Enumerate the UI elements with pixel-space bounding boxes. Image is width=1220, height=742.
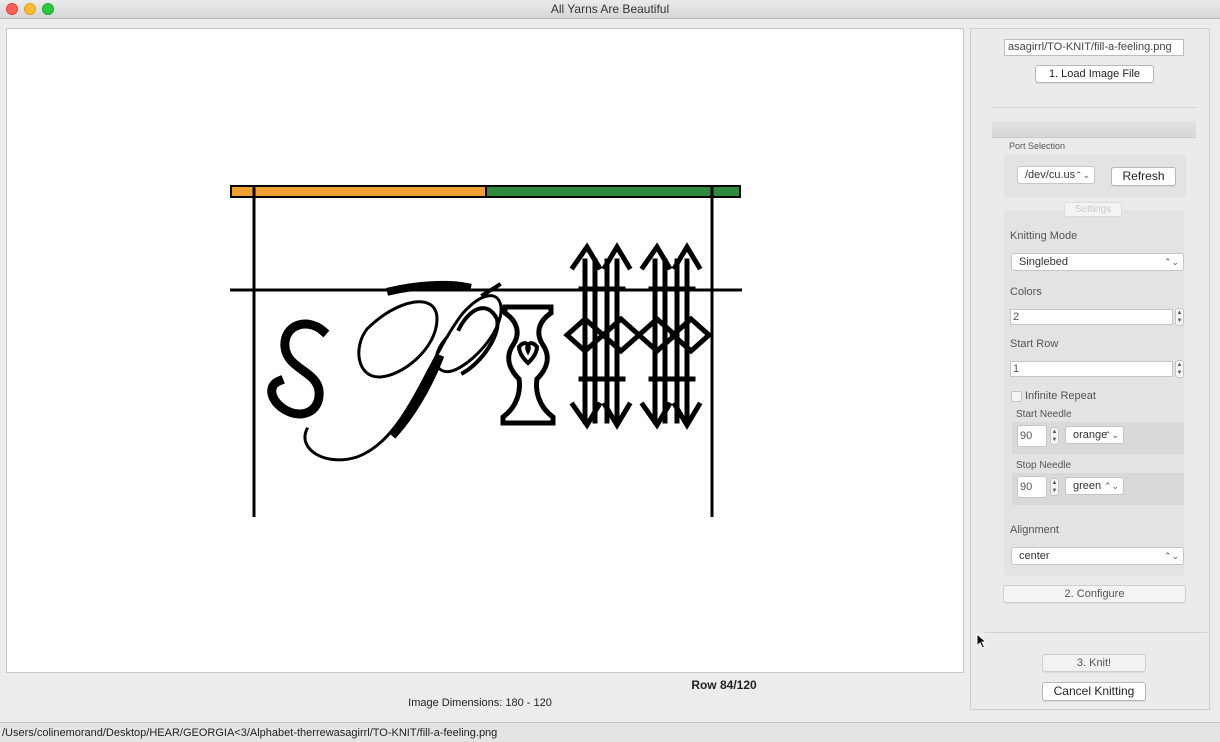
stop-needle-value: 90	[1020, 481, 1033, 493]
pattern-ornament-left	[563, 242, 643, 430]
start-row-input[interactable]: 1	[1010, 361, 1173, 377]
alignment-value: center	[1019, 550, 1050, 562]
pattern-preview-canvas	[6, 28, 964, 673]
colors-stepper[interactable]: ▲ ▼	[1175, 308, 1184, 326]
cancel-knitting-button[interactable]: Cancel Knitting	[1042, 682, 1146, 701]
section-tab-strip	[992, 121, 1196, 138]
colors-label: Colors	[1010, 286, 1042, 298]
divider	[985, 632, 1207, 633]
needle-bar-right-color	[485, 185, 741, 198]
alignment-label: Alignment	[1010, 524, 1059, 536]
stop-needle-color-value: green	[1073, 480, 1102, 492]
pattern-heart	[516, 341, 540, 366]
stop-needle-stepper[interactable]: ▲ ▼	[1050, 478, 1059, 496]
port-select-value: /dev/cu.us	[1025, 169, 1076, 181]
title-bar: All Yarns Are Beautiful	[0, 0, 1220, 19]
pattern-ornament-right	[635, 242, 713, 430]
colors-input[interactable]: 2	[1010, 309, 1173, 325]
configure-button[interactable]: 2. Configure	[1003, 585, 1186, 603]
pattern-preview-drawing	[230, 185, 742, 517]
knitting-mode-select[interactable]: Singlebed ⌃⌄	[1011, 253, 1184, 271]
start-needle-color-select[interactable]: orange ⌃⌄	[1065, 426, 1124, 444]
row-progress-label: Row 84/120	[691, 678, 757, 692]
start-needle-label: Start Needle	[1016, 409, 1072, 420]
pattern-loop-swash	[303, 294, 503, 462]
divider	[992, 107, 1196, 108]
port-selection-label: Port Selection	[1009, 141, 1066, 151]
image-file-path-field[interactable]: asagirrl/TO-KNIT/fill-a-feeling.png	[1004, 39, 1184, 56]
stop-needle-color-select[interactable]: green ⌃⌄	[1065, 477, 1124, 495]
start-needle-stepper[interactable]: ▲ ▼	[1050, 427, 1059, 445]
image-dimensions-label: Image Dimensions: 180 - 120	[408, 697, 552, 709]
chevron-updown-icon: ⌃⌄	[1074, 170, 1090, 180]
colors-value: 2	[1013, 311, 1020, 323]
infinite-repeat-checkbox[interactable]	[1011, 391, 1022, 402]
chevron-updown-icon: ⌃⌄	[1163, 551, 1179, 561]
needle-bar-left-color	[230, 185, 487, 198]
infinite-repeat-label: Infinite Repeat	[1025, 390, 1096, 402]
start-row-value: 1	[1013, 363, 1020, 375]
knitting-mode-label: Knitting Mode	[1010, 230, 1078, 242]
image-file-path-value: asagirrl/TO-KNIT/fill-a-feeling.png	[1008, 41, 1172, 53]
chevron-updown-icon: ⌃⌄	[1103, 430, 1119, 440]
pattern-diagonal-stroke	[386, 280, 472, 439]
start-needle-input[interactable]: 90	[1017, 425, 1047, 447]
start-needle-color-value: orange	[1073, 429, 1108, 441]
stop-needle-label: Stop Needle	[1016, 460, 1072, 471]
port-select[interactable]: /dev/cu.us ⌃⌄	[1017, 166, 1095, 184]
mouse-pointer-icon	[976, 633, 988, 649]
tab-settings[interactable]: Settings	[1064, 202, 1122, 217]
status-bar-file-path: /Users/colinemorand/Desktop/HEAR/GEORGIA…	[0, 722, 1220, 742]
stop-needle-input[interactable]: 90	[1017, 476, 1047, 498]
alignment-select[interactable]: center ⌃⌄	[1011, 547, 1184, 565]
knitting-mode-value: Singlebed	[1019, 256, 1068, 268]
pattern-artwork	[267, 242, 713, 462]
refresh-ports-button[interactable]: Refresh	[1111, 167, 1176, 186]
start-needle-value: 90	[1020, 430, 1033, 442]
chevron-updown-icon: ⌃⌄	[1163, 257, 1179, 267]
pattern-letter-s	[267, 319, 330, 419]
start-row-stepper[interactable]: ▲ ▼	[1175, 360, 1184, 378]
pattern-oval-loop	[357, 300, 439, 379]
load-image-file-button[interactable]: 1. Load Image File	[1035, 65, 1154, 83]
chevron-updown-icon: ⌃⌄	[1103, 481, 1119, 491]
knit-button[interactable]: 3. Knit!	[1042, 654, 1146, 672]
start-row-label: Start Row	[1010, 338, 1059, 350]
window-title: All Yarns Are Beautiful	[550, 2, 670, 16]
